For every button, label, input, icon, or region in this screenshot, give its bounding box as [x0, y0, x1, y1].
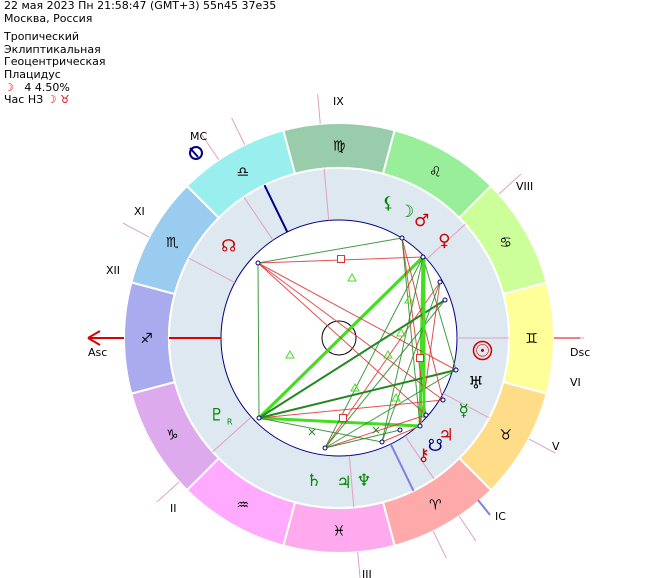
pluto-icon: ♇: [209, 405, 224, 425]
gemini-icon: ♊: [525, 331, 538, 347]
planet-point-sat: [322, 445, 328, 451]
leo-icon: ♌: [429, 164, 442, 180]
north-node-icon: ☊: [221, 236, 236, 256]
scorpio-icon: ♏: [166, 235, 179, 251]
mc-pointer-icon: [189, 146, 203, 160]
house-cusp-outer-3: [231, 117, 246, 145]
mars-icon: ♂: [414, 211, 429, 231]
aspect-square-marker-7: [416, 354, 424, 362]
planet-point-mer: [423, 412, 429, 418]
virgo-icon: ♍: [333, 139, 346, 155]
house-label-asc: Asc: [88, 346, 107, 359]
house-label-v: V: [552, 440, 560, 453]
planet-point-ne: [379, 439, 385, 445]
house-cusp-outer-4: [317, 93, 321, 124]
aquarius-icon: ♒: [236, 498, 249, 514]
neptune-icon: ♆: [356, 471, 371, 491]
planet-point-tri: [397, 427, 403, 433]
house-label-ic: IC: [495, 510, 506, 523]
house-label-viii: VIII: [516, 180, 533, 193]
house-label-xii: XII: [106, 264, 120, 277]
house-cusp-outer-8: [458, 515, 477, 542]
uranus-icon: ♅: [468, 373, 483, 393]
house-label-mc: MC: [190, 130, 207, 143]
planet-point-tl: [255, 260, 261, 266]
planet-point-mars: [399, 235, 405, 241]
ic-axis-outer: [477, 499, 491, 516]
planet-point-ura: [440, 397, 446, 403]
house-cusp-outer-10: [357, 552, 361, 578]
house-cusp-outer-9: [432, 531, 447, 559]
house-cusp-outer-1: [122, 222, 150, 238]
saturn-icon: ♄: [306, 471, 321, 491]
house-label-vi: VI: [570, 376, 581, 389]
planet-point-moon: [420, 254, 426, 260]
house-label-ii: II: [170, 502, 177, 515]
aspect-square-marker-0: [337, 255, 345, 263]
planet-point-jup: [417, 423, 423, 429]
house-label-dsc: Dsc: [570, 346, 590, 359]
house-cusp-outer-11: [156, 481, 180, 503]
planet-point-mo2: [442, 297, 448, 303]
taurus-icon: ♉: [499, 427, 512, 443]
aspect-square-marker-1: [339, 414, 347, 422]
planet-point-sun: [453, 367, 459, 373]
house-label-ix: IX: [333, 95, 344, 108]
aries-icon: ♈: [429, 498, 442, 514]
capricorn-icon: ♑: [166, 427, 179, 443]
jupiter-cluster-icon: ♃: [336, 473, 351, 493]
planet-point-ven: [437, 279, 443, 285]
pisces-icon: ♓: [333, 524, 346, 540]
pluto-retrograde-label: R: [227, 417, 233, 426]
cancer-icon: ♋: [499, 235, 512, 251]
planet-point-pluto: [256, 415, 262, 421]
moon-icon: ☽: [399, 202, 414, 222]
libra-icon: ♎: [236, 164, 249, 180]
sagittarius-icon: ♐: [140, 331, 153, 347]
south-node-icon: ☋: [428, 436, 443, 456]
chiron-icon: ⚷: [417, 445, 429, 465]
house-label-iii: III: [362, 568, 372, 578]
lilith-icon: ⚸: [382, 194, 394, 214]
venus-icon: ♀: [438, 231, 450, 251]
natal-chart-wheel: ♊♉♈♓♒♑♐♏♎♍♌♋ ☽♀♂⚸☊♇ R♄ ♆♃☉♅☿♃☋⚷ AscXIIXIMC…: [87, 93, 590, 578]
mercury-icon: ☿: [458, 401, 468, 421]
house-label-xi: XI: [134, 205, 145, 218]
